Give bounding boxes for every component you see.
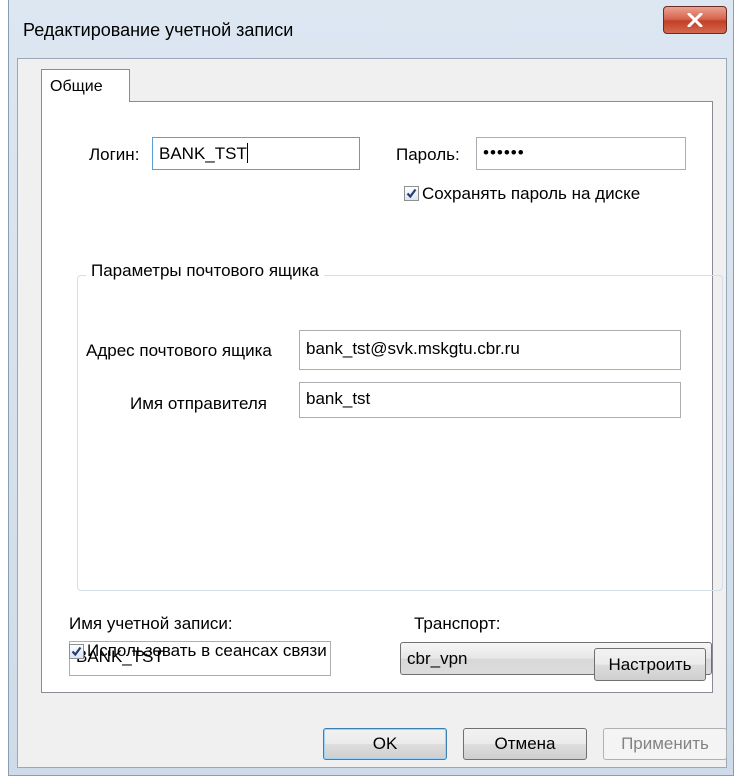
mailbox-groupbox [77,275,723,591]
sender-name-label: Имя отправителя [130,394,267,413]
login-value: BANK_TST [159,144,247,163]
configure-button[interactable]: Настроить [594,648,706,681]
title-bar[interactable]: Редактирование учетной записи [9,0,733,56]
checkmark-icon [71,646,82,657]
dialog-client: Общие Логин: BANK_TST Пароль: •••••• Сох… [17,58,727,768]
transport-selected-value: cbr_vpn [407,649,468,668]
mailbox-address-label: Адрес почтового ящика [86,341,272,360]
login-input[interactable]: BANK_TST [152,137,360,170]
password-label: Пароль: [396,145,460,164]
login-label: Логин: [89,145,140,164]
account-name-label: Имя учетной записи: [69,614,233,633]
use-in-sessions-checkbox[interactable] [69,644,84,659]
dialog-window: Редактирование учетной записи Общие Логи… [8,0,734,776]
text-caret [246,143,248,163]
mailbox-address-input[interactable]: bank_tst@svk.mskgtu.cbr.ru [299,330,681,370]
close-icon [687,13,703,27]
apply-button[interactable]: Применить [603,728,727,760]
cancel-button[interactable]: Отмена [463,728,587,760]
window-title: Редактирование учетной записи [23,20,294,40]
close-button[interactable] [663,6,727,34]
use-in-sessions-label: Использовать в сеансах связи [87,641,327,660]
transport-label: Транспорт: [414,614,501,633]
password-input[interactable]: •••••• [476,137,686,170]
mailbox-group-title: Параметры почтового ящика [86,261,324,281]
ok-button[interactable]: OK [323,728,447,760]
save-password-checkbox[interactable] [404,186,419,201]
checkmark-icon [406,188,417,199]
sender-name-input[interactable]: bank_tst [299,382,681,418]
tab-general[interactable]: Общие [41,69,130,102]
save-password-label: Сохранять пароль на диске [422,184,641,203]
tab-panel-general: Логин: BANK_TST Пароль: •••••• Сохранять… [41,101,723,693]
